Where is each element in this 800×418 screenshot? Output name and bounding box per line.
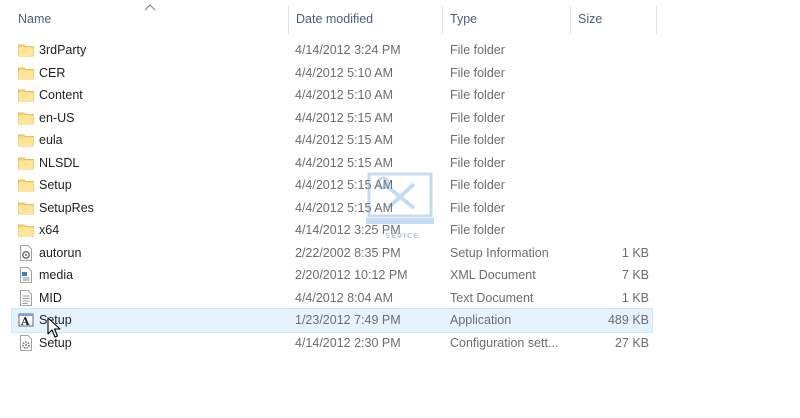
folder-icon: [18, 62, 36, 85]
file-size: [574, 39, 649, 62]
file-date-modified: 2/20/2012 10:12 PM: [295, 268, 408, 282]
file-name: Content: [39, 88, 83, 102]
file-size: [574, 197, 649, 220]
file-name: media: [39, 268, 74, 282]
application-icon: A: [18, 309, 36, 332]
file-row[interactable]: eula 4/4/2012 5:15 AM File folder: [12, 129, 652, 152]
file-date-modified: 4/14/2012 2:30 PM: [295, 335, 401, 350]
text-document-icon: [18, 287, 36, 310]
file-name: NLSDL: [39, 155, 80, 170]
file-name: x64: [39, 223, 60, 237]
watermark-text: SEVICE: [385, 232, 419, 240]
file-size: [574, 219, 649, 242]
file-name: 3rdParty: [39, 43, 87, 57]
file-type: Text Document: [450, 290, 534, 305]
file-date-modified: 4/4/2012 5:15 AM: [295, 110, 393, 125]
xml-document-icon: [18, 264, 36, 287]
column-header-name-label: Name: [18, 12, 52, 26]
file-type: Application: [450, 313, 512, 327]
column-divider[interactable]: [442, 6, 443, 34]
file-name: Setup: [39, 178, 72, 192]
file-name: Setup: [39, 313, 72, 327]
file-explorer-window: Name Date modified Type Size 3rdParty 4/1…: [0, 0, 800, 418]
file-type: XML Document: [450, 268, 536, 282]
folder-icon: [18, 84, 36, 107]
file-size: 1 KB: [621, 245, 649, 260]
file-type: File folder: [450, 200, 505, 215]
file-size: [574, 129, 649, 152]
file-size: [574, 84, 649, 107]
file-name: MID: [39, 290, 62, 305]
file-row[interactable]: x64 4/14/2012 3:25 PM File folder: [12, 219, 652, 242]
file-row[interactable]: Setup 4/4/2012 5:15 AM File folder: [12, 174, 652, 197]
file-row[interactable]: MID 4/4/2012 8:04 AM Text Document 1 KB: [12, 287, 652, 310]
file-row[interactable]: en-US 4/4/2012 5:15 AM File folder: [12, 107, 652, 130]
folder-icon: [18, 129, 36, 152]
folder-icon: [18, 174, 36, 197]
file-row[interactable]: A Setup 1/23/2012 7:49 PM Application 489 KB: [11, 308, 653, 333]
file-date-modified: 4/4/2012 8:04 AM: [295, 290, 393, 305]
mouse-cursor-icon: [47, 317, 61, 338]
column-header-type[interactable]: Type: [450, 0, 570, 38]
file-size: 27 KB: [614, 335, 649, 350]
file-date-modified: 1/23/2012 7:49 PM: [295, 313, 401, 327]
column-divider[interactable]: [570, 6, 571, 34]
config-settings-icon: [18, 332, 36, 355]
file-size: [574, 174, 649, 197]
column-header-size[interactable]: Size: [578, 0, 656, 38]
column-divider[interactable]: [656, 6, 657, 34]
column-header-date-label: Date modified: [296, 12, 374, 26]
file-type: File folder: [450, 110, 505, 125]
file-row[interactable]: autorun 2/22/2002 8:35 PM Setup Informatio…: [12, 242, 652, 265]
file-type: File folder: [450, 88, 505, 102]
file-size: 489 KB: [607, 313, 649, 327]
file-row[interactable]: NLSDL 4/4/2012 5:15 AM File folder: [12, 152, 652, 175]
file-type: Configuration sett...: [450, 335, 559, 350]
file-size: [574, 62, 649, 85]
file-type: File folder: [450, 65, 505, 80]
column-header-size-label: Size: [578, 12, 603, 26]
folder-icon: [18, 107, 36, 130]
file-type: File folder: [450, 43, 505, 57]
file-row[interactable]: 3rdParty 4/14/2012 3:24 PM File folder: [12, 39, 652, 62]
folder-icon: [18, 39, 36, 62]
file-name: eula: [39, 133, 63, 147]
file-list: 3rdParty 4/14/2012 3:24 PM File folder CER 4…: [11, 39, 653, 355]
file-date-modified: 4/4/2012 5:15 AM: [295, 155, 393, 170]
file-name: SetupRes: [39, 200, 94, 215]
file-type: File folder: [450, 223, 505, 237]
file-size: [574, 107, 649, 130]
file-size: [574, 152, 649, 175]
file-row[interactable]: CER 4/4/2012 5:10 AM File folder: [12, 62, 652, 85]
svg-text:A: A: [20, 315, 30, 328]
file-date-modified: 4/14/2012 3:24 PM: [295, 43, 401, 57]
file-date-modified: 4/4/2012 5:15 AM: [295, 133, 393, 147]
column-header-name[interactable]: Name: [18, 0, 288, 38]
file-type: Setup Information: [450, 245, 549, 260]
file-name: en-US: [39, 110, 75, 125]
file-size: 1 KB: [621, 290, 649, 305]
file-size: 7 KB: [621, 268, 649, 282]
file-date-modified: 2/22/2002 8:35 PM: [295, 245, 401, 260]
column-divider[interactable]: [288, 6, 289, 34]
file-row[interactable]: Content 4/4/2012 5:10 AM File folder: [12, 84, 652, 107]
file-row[interactable]: media 2/20/2012 10:12 PM XML Document 7 KB: [12, 264, 652, 287]
file-type: File folder: [450, 133, 505, 147]
file-type: File folder: [450, 178, 505, 192]
column-header-type-label: Type: [450, 12, 478, 26]
file-type: File folder: [450, 155, 505, 170]
setup-info-icon: [18, 242, 36, 265]
file-name: Setup: [39, 335, 72, 350]
folder-icon: [18, 219, 36, 242]
folder-icon: [18, 197, 36, 220]
column-header-bar: Name Date modified Type Size: [0, 0, 800, 38]
file-name: CER: [39, 65, 66, 80]
folder-icon: [18, 152, 36, 175]
file-name: autorun: [39, 245, 82, 260]
file-row[interactable]: Setup 4/14/2012 2:30 PM Configuration sett…: [12, 332, 652, 355]
file-date-modified: 4/4/2012 5:10 AM: [295, 65, 393, 80]
file-date-modified: 4/4/2012 5:10 AM: [295, 88, 393, 102]
column-header-date[interactable]: Date modified: [296, 0, 442, 38]
file-row[interactable]: SetupRes 4/4/2012 5:15 AM File folder: [12, 197, 652, 220]
